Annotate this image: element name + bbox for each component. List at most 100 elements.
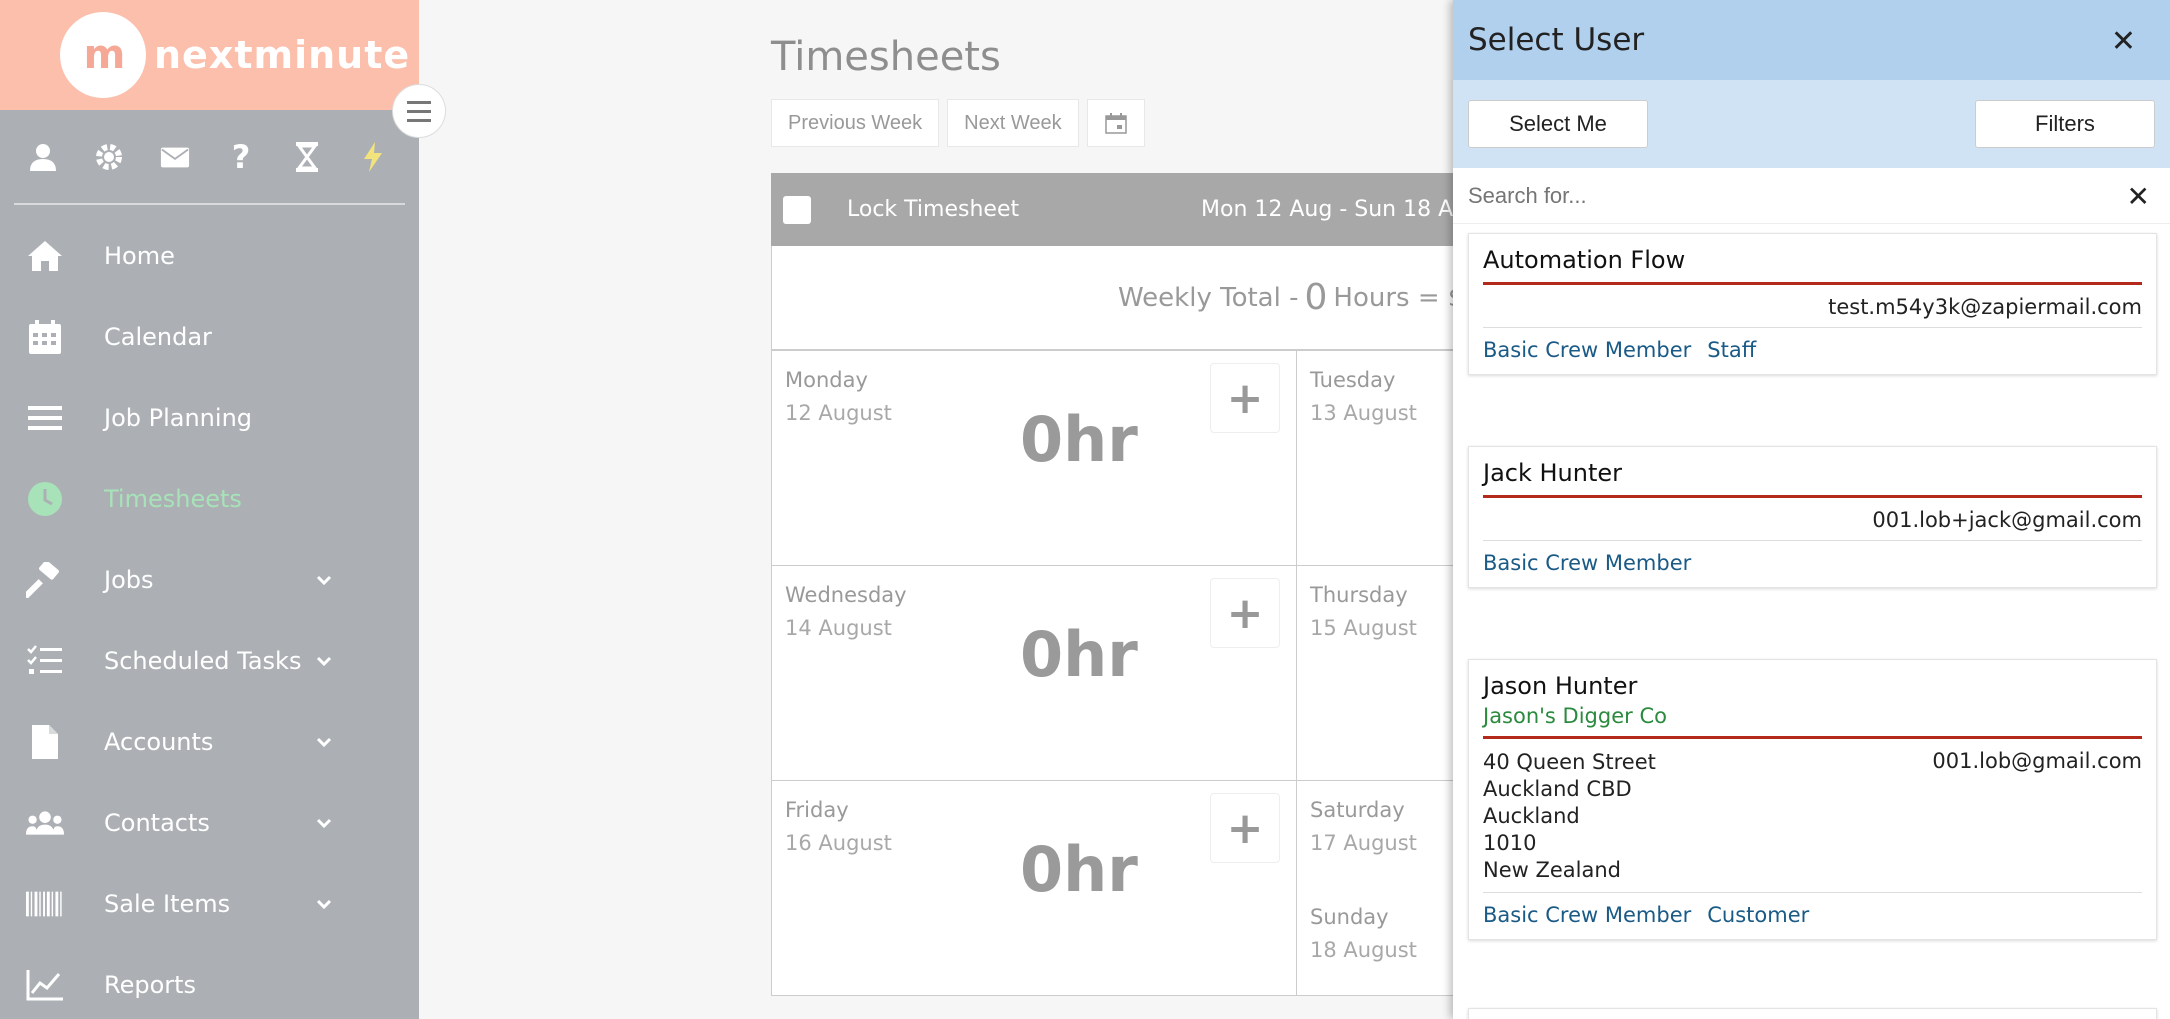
hamburger-icon [407,98,431,125]
barcode-icon [26,885,64,923]
chevron-down-icon[interactable] [314,570,334,590]
day-date: 14 August [785,616,892,640]
user-card[interactable]: Automation Flow test.m54y3k@zapiermail.c… [1468,233,2157,375]
sidebar-item-scheduled-tasks[interactable]: Scheduled Tasks [0,620,419,701]
user-name: Jack Hunter [1483,459,1623,487]
sidebar-item-reports[interactable]: Reports [0,944,419,1019]
user-card[interactable]: Jason Hunter Jason's Digger Co 40 Queen … [1468,659,2157,940]
address-line: Auckland CBD [1483,777,1632,801]
logo-text: nextminute [154,33,411,77]
chevron-down-icon[interactable] [314,813,334,833]
clear-search-icon[interactable]: ✕ [2127,180,2150,213]
divider [1483,892,2142,893]
address-line: 1010 [1483,831,1537,855]
week-toolbar: Previous Week Next Week [771,99,1145,147]
sidebar-nav: Home Calendar Job Planning Timesheets Jo… [0,215,419,1019]
clock-icon [26,480,64,518]
logo-bar: m nextminute [0,0,419,110]
hammer-icon [26,561,64,599]
sidebar-item-timesheets[interactable]: Timesheets [0,458,419,539]
weekly-total-prefix: Weekly Total - [1118,282,1299,313]
sidebar-item-contacts[interactable]: Contacts [0,782,419,863]
add-entry-button[interactable]: + [1210,363,1280,433]
divider [1483,540,2142,541]
user-info: test.m54y3k@zapiermail.com [1483,295,2142,319]
select-user-panel: Select User ✕ Select Me Filters ✕ Automa… [1453,0,2170,1019]
sidebar-item-label: Timesheets [104,484,242,513]
user-info: 001.lob+jack@gmail.com [1483,508,2142,532]
svg-text:?: ? [232,141,251,173]
day-name: Monday [785,368,868,392]
hourglass-icon[interactable] [292,141,322,172]
calendar-icon [26,318,64,356]
contacts-icon [26,804,64,842]
address-line: Auckland [1483,804,1580,828]
sidebar-item-accounts[interactable]: Accounts [0,701,419,782]
close-icon[interactable]: ✕ [2111,24,2136,59]
document-icon [26,723,64,761]
filters-button[interactable]: Filters [1975,100,2155,148]
user-icon[interactable] [28,142,58,172]
sidebar-item-sale-items[interactable]: Sale Items [0,863,419,944]
divider [1483,282,2142,285]
user-card[interactable] [1468,1008,2157,1019]
search-input[interactable] [1468,182,2088,209]
lightning-icon[interactable] [358,141,388,172]
day-date: 17 August [1310,831,1417,855]
add-entry-button[interactable]: + [1210,793,1280,863]
day-name: Friday [785,798,849,822]
previous-week-button[interactable]: Previous Week [771,99,940,147]
sidebar-item-label: Scheduled Tasks [104,646,302,675]
day-date: 18 August [1310,938,1417,962]
user-tag: Basic Crew Member [1483,338,1692,362]
sidebar-item-job-planning[interactable]: Job Planning [0,377,419,458]
day-hours: 0hr [1020,618,1138,691]
day-cell-monday[interactable]: Monday 12 August 0hr + [771,350,1297,566]
home-icon [26,237,64,275]
sidebar-item-label: Jobs [104,565,154,594]
lock-timesheet-label: Lock Timesheet [847,197,1020,222]
menu-toggle-button[interactable] [392,84,446,138]
user-card[interactable]: Jack Hunter 001.lob+jack@gmail.com Basic… [1468,446,2157,588]
page-title: Timesheets [771,34,1001,80]
panel-actions: Select Me Filters [1453,80,2170,168]
panel-header: Select User ✕ [1453,0,2170,80]
user-tag: Basic Crew Member [1483,551,1692,575]
chevron-down-icon[interactable] [314,651,334,671]
day-date: 12 August [785,401,892,425]
day-name: Saturday [1310,798,1405,822]
day-cell-wednesday[interactable]: Wednesday 14 August 0hr + [771,565,1297,781]
mail-icon[interactable] [160,142,190,172]
tasks-icon [26,642,64,680]
user-info: 40 Queen Street Auckland CBD Auckland 10… [1483,749,2142,884]
day-name: Wednesday [785,583,907,607]
chevron-down-icon[interactable] [314,894,334,914]
user-tags: Basic Crew Member Customer [1483,903,2142,927]
day-cell-friday[interactable]: Friday 16 August 0hr + [771,780,1297,996]
date-picker-button[interactable] [1086,99,1145,147]
panel-title: Select User [1468,22,1645,58]
address-line: 40 Queen Street [1483,750,1656,774]
sidebar-item-label: Reports [104,970,197,999]
lock-timesheet-checkbox[interactable] [783,195,811,224]
user-name: Jason Hunter [1483,672,1638,700]
sidebar-item-label: Accounts [104,727,214,756]
day-name: Sunday [1310,905,1389,929]
chart-icon [26,966,64,1004]
sidebar-item-jobs[interactable]: Jobs [0,539,419,620]
user-name: Automation Flow [1483,246,1686,274]
select-me-button[interactable]: Select Me [1468,100,1648,148]
add-entry-button[interactable]: + [1210,578,1280,648]
gear-icon[interactable] [94,142,124,172]
help-icon[interactable]: ? [226,141,256,173]
address-line: New Zealand [1483,858,1621,882]
search-row: ✕ [1453,168,2170,224]
sidebar-item-home[interactable]: Home [0,215,419,296]
day-date: 15 August [1310,616,1417,640]
next-week-button[interactable]: Next Week [947,99,1079,147]
divider [1483,327,2142,328]
sidebar-item-calendar[interactable]: Calendar [0,296,419,377]
chevron-down-icon[interactable] [314,732,334,752]
sidebar-quick-icons: ? [14,110,405,205]
user-address: 40 Queen Street Auckland CBD Auckland 10… [1483,749,1656,884]
